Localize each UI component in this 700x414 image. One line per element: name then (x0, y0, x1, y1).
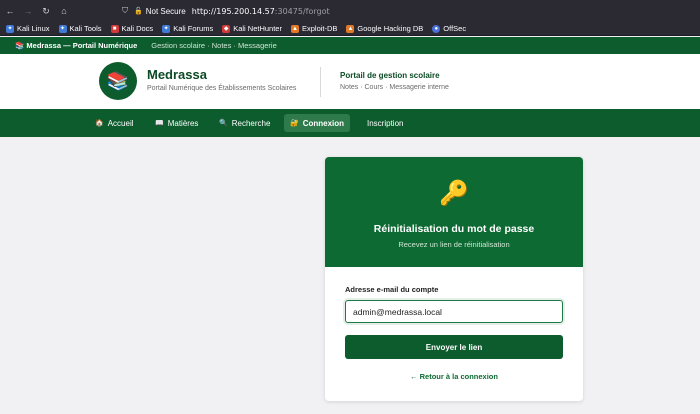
bookmark-kali-tools[interactable]: ✦ Kali Tools (58, 24, 102, 33)
main-nav: 🏠 Accueil 📖 Matières 🔍 Recherche 🔐 Connexion… (0, 109, 700, 137)
books-logo-icon[interactable]: 📚 (99, 62, 137, 100)
email-input[interactable] (345, 300, 563, 323)
house-icon: 🏠 (95, 120, 104, 127)
magnifier-icon: 🔍 (219, 120, 228, 127)
send-link-button[interactable]: Envoyer le lien (345, 335, 563, 359)
bookmark-kali-linux[interactable]: ✦ Kali Linux (6, 24, 50, 33)
url-path: :30475/forgot (274, 6, 330, 16)
url-bar[interactable]: ⛉ 🔓 Not Secure http://195.200.14.57:3047… (122, 3, 330, 19)
nav-item-matieres[interactable]: 📖 Matières (149, 114, 204, 132)
kali-dragon-icon: ✦ (6, 24, 14, 33)
reset-password-card: 🔑 Réinitialisation du mot de passe Recev… (325, 157, 583, 401)
bookmark-exploit-db[interactable]: ▲ Exploit-DB (290, 24, 337, 33)
kali-docs-icon: ■ (110, 24, 119, 33)
ghdb-icon: ▲ (346, 24, 355, 33)
header-divider (320, 67, 321, 97)
bookmark-google-hacking-db[interactable]: ▲ Google Hacking DB (346, 24, 423, 33)
not-secure-indicator[interactable]: 🔓 Not Secure (134, 7, 186, 16)
reload-icon[interactable]: ↻ (38, 3, 54, 19)
book-icon: 📖 (155, 120, 164, 127)
nav-item-connexion[interactable]: 🔐 Connexion (284, 114, 351, 132)
back-arrow-icon[interactable]: ← (2, 3, 18, 19)
kali-dragon-icon: ✦ (58, 24, 67, 33)
nav-item-accueil[interactable]: 🏠 Accueil (89, 114, 140, 132)
site-tagline: Portail Numérique des Établissements Sco… (147, 85, 297, 92)
offsec-icon: ● (432, 24, 441, 33)
strip-brand: 📚 Medrassa — Portail Numérique (15, 41, 138, 50)
portal-title: Portail de gestion scolaire (340, 71, 440, 80)
strip-subtitle: Gestion scolaire · Notes · Messagerie (151, 41, 277, 50)
email-label: Adresse e-mail du compte (345, 285, 439, 294)
site-top-strip: 📚 Medrassa — Portail Numérique Gestion s… (0, 37, 700, 54)
bookmark-kali-docs[interactable]: ■ Kali Docs (110, 24, 153, 33)
site-header: 📚 Medrassa Portail Numérique des Établis… (0, 54, 700, 109)
nav-item-inscription[interactable]: Inscription (361, 114, 409, 132)
insecure-lock-icon: 🔓 (134, 8, 143, 15)
bookmarks-bar: ✦ Kali Linux ✦ Kali Tools ■ Kali Docs ✦ Kali… (0, 22, 700, 36)
url-host: http://195.200.14.57 (191, 6, 275, 16)
shield-icon[interactable]: ⛉ (122, 6, 128, 16)
portal-subtitle: Notes · Cours · Messagerie interne (340, 84, 449, 91)
lock-key-icon: 🔐 (290, 120, 299, 127)
site-name[interactable]: Medrassa (147, 67, 207, 82)
nav-item-recherche[interactable]: 🔍 Recherche (213, 114, 276, 132)
browser-toolbar: ← → ↻ ⌂ ⛉ 🔓 Not Secure http://195.200.14… (0, 0, 700, 22)
card-subtitle: Recevez un lien de réinitialisation (398, 240, 510, 249)
kali-dragon-icon: ✦ (162, 24, 171, 33)
bookmark-offsec[interactable]: ● OffSec (432, 24, 466, 33)
card-title: Réinitialisation du mot de passe (373, 223, 535, 235)
home-icon[interactable]: ⌂ (56, 3, 72, 19)
key-icon: 🔑 (439, 180, 469, 207)
nethunter-icon: ◆ (222, 24, 231, 33)
bookmark-kali-nethunter[interactable]: ◆ Kali NetHunter (222, 24, 282, 33)
bookmark-kali-forums[interactable]: ✦ Kali Forums (162, 24, 213, 33)
back-to-login-link[interactable]: ← Retour à la connexion (325, 372, 583, 381)
forward-arrow-icon[interactable]: → (20, 3, 36, 19)
exploitdb-icon: ▲ (290, 24, 299, 33)
card-header: 🔑 Réinitialisation du mot de passe Recev… (325, 157, 583, 267)
